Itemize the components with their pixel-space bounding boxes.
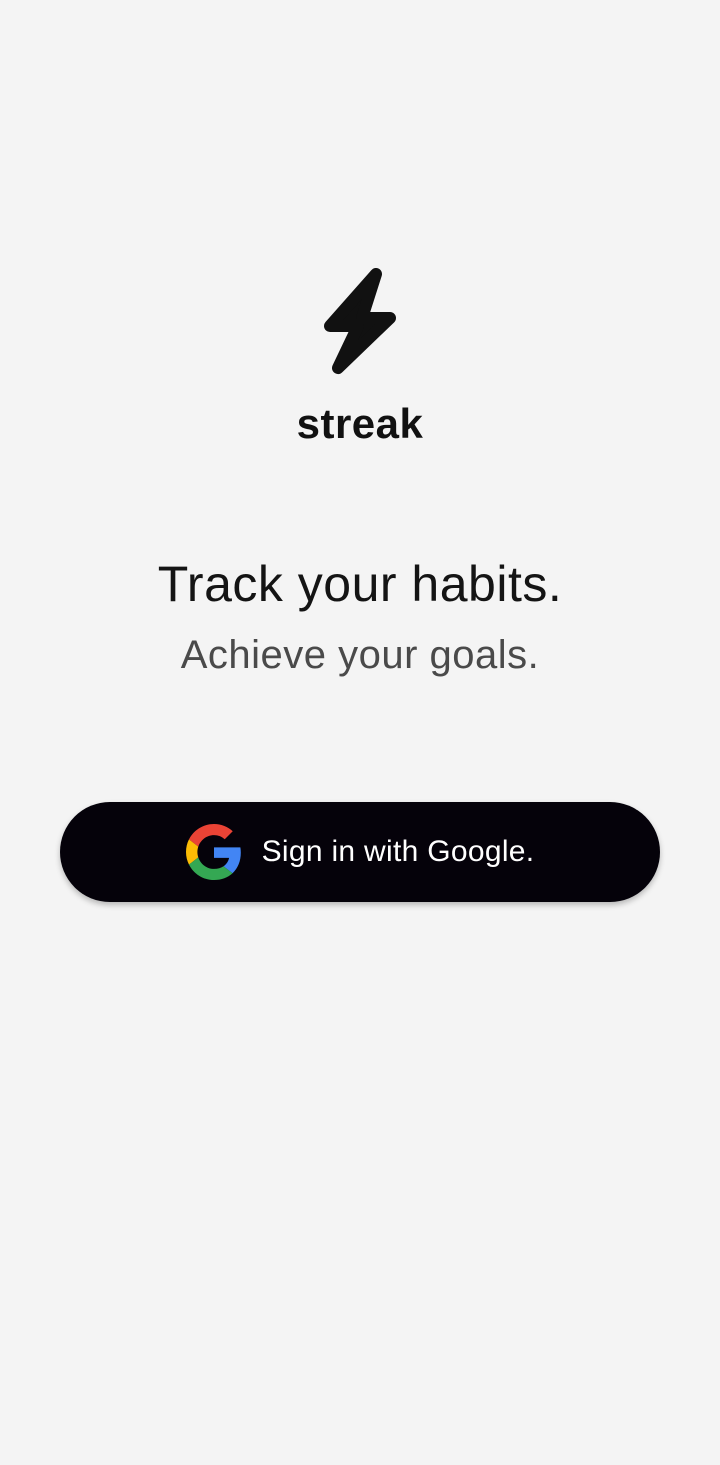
sign-in-with-google-button[interactable]: Sign in with Google. <box>60 802 660 902</box>
headline: Track your habits. <box>157 556 563 612</box>
google-icon <box>185 824 241 880</box>
subheadline: Achieve your goals. <box>180 633 540 677</box>
brand-name: streak <box>296 400 424 447</box>
lightning-bolt-icon <box>324 268 396 374</box>
sign-in-label: Sign in with Google. <box>261 835 535 868</box>
app-logo: streak <box>0 268 720 448</box>
